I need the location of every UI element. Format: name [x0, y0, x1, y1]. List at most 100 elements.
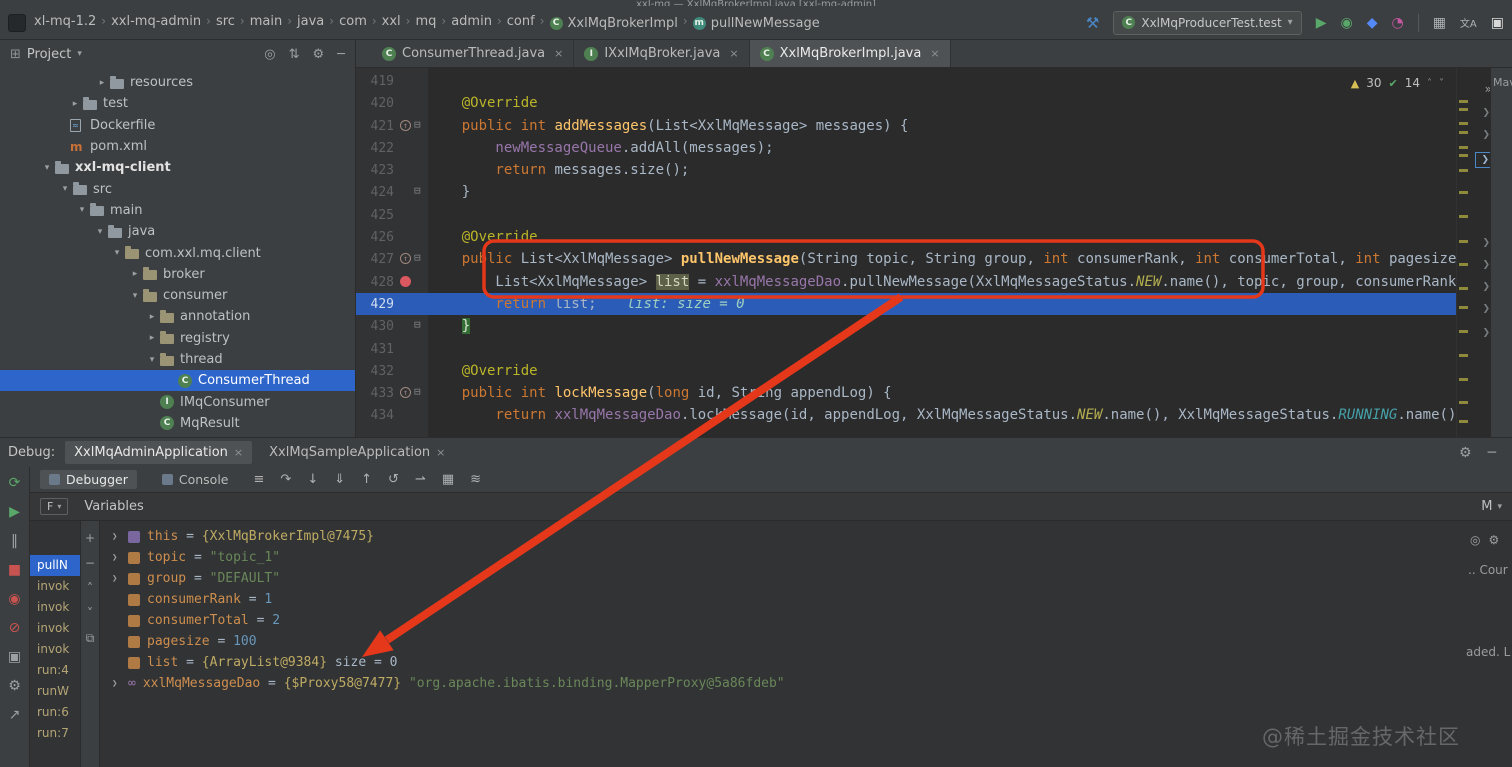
tree-item-java[interactable]: ▾ java: [0, 221, 355, 242]
expand-icon[interactable]: ❯: [112, 679, 128, 689]
tree-item-broker[interactable]: ▸ broker: [0, 264, 355, 285]
breadcrumb-method[interactable]: m pullNewMessage: [692, 16, 820, 31]
hide-panel-icon[interactable]: ─: [337, 47, 345, 62]
breadcrumb-item[interactable]: conf: [507, 14, 535, 29]
profiler-icon[interactable]: ◔: [1391, 15, 1403, 31]
frame-row[interactable]: invok: [30, 597, 80, 618]
breadcrumb-item[interactable]: xl-mq-1.2: [34, 14, 96, 29]
target-icon[interactable]: ◎: [1470, 533, 1480, 547]
project-panel-title[interactable]: Project: [27, 47, 71, 62]
frames-filter-select[interactable]: F ▾: [40, 498, 69, 515]
tree-item-src[interactable]: ▾ src: [0, 178, 355, 199]
variable-row-consumerrank[interactable]: consumerRank = 1: [100, 589, 1466, 610]
force-step-into-icon[interactable]: ⇓: [334, 472, 345, 487]
run-icon[interactable]: ▶: [1316, 15, 1327, 31]
step-into-icon[interactable]: ↓: [307, 472, 318, 487]
breadcrumb-item[interactable]: main: [250, 14, 282, 29]
breadcrumb-item[interactable]: admin: [451, 14, 492, 29]
tree-item-imqconsumer[interactable]: I IMqConsumer: [0, 391, 355, 412]
expand-icon[interactable]: ❯: [112, 553, 128, 563]
tree-chevron-icon[interactable]: ▾: [74, 205, 90, 215]
rerun-icon[interactable]: ⟳: [9, 475, 21, 491]
scroll-down-icon[interactable]: ˅: [87, 606, 93, 620]
variable-row-xxlmqmessagedao[interactable]: ❯ ∞ xxlMqMessageDao = {$Proxy58@7477} "org…: [100, 673, 1466, 694]
fold-icon[interactable]: ⊟: [414, 385, 421, 399]
frame-row[interactable]: runW: [30, 681, 80, 702]
override-icon[interactable]: ↑: [400, 253, 411, 265]
step-over-icon[interactable]: ↷: [280, 472, 291, 487]
editor-tab-consumerthread-java[interactable]: C ConsumerThread.java ×: [372, 40, 575, 67]
memory-view-select[interactable]: M ▾: [1481, 499, 1512, 514]
debug-tab-xxlmqadminapplication[interactable]: XxlMqAdminApplication ×: [65, 441, 253, 464]
breadcrumb-class[interactable]: C XxlMqBrokerImpl: [549, 16, 678, 31]
tree-item-annotation[interactable]: ▸ annotation: [0, 306, 355, 327]
tree-item-main[interactable]: ▾ main: [0, 200, 355, 221]
tree-item-consumerthread[interactable]: C ConsumerThread: [0, 370, 355, 392]
tree-item-mqresult[interactable]: C MqResult: [0, 413, 355, 434]
frame-row[interactable]: run:7: [30, 723, 80, 744]
tree-item-registry[interactable]: ▸ registry: [0, 328, 355, 349]
frame-row[interactable]: run:6: [30, 702, 80, 723]
drop-frame-icon[interactable]: ↺: [388, 472, 399, 487]
step-out-icon[interactable]: ↑: [361, 472, 372, 487]
fold-icon[interactable]: ⊟: [414, 118, 421, 132]
variable-row-pagesize[interactable]: pagesize = 100: [100, 631, 1466, 652]
fold-icon[interactable]: ⊟: [414, 184, 421, 198]
close-icon[interactable]: ×: [729, 47, 738, 60]
breadcrumb-item[interactable]: com: [339, 14, 367, 29]
run-to-cursor-icon[interactable]: ⇀: [415, 472, 426, 487]
expand-icon[interactable]: ❯: [112, 574, 128, 584]
tree-chevron-icon[interactable]: ▾: [109, 248, 125, 258]
gear-icon[interactable]: ⚙: [1459, 445, 1472, 461]
breadcrumb-item[interactable]: xxl: [382, 14, 401, 29]
translate-icon[interactable]: 文A: [1460, 15, 1477, 30]
remove-watch-icon[interactable]: −: [85, 556, 95, 570]
tab-debugger[interactable]: Debugger: [40, 470, 137, 489]
tree-chevron-icon[interactable]: ▸: [144, 312, 160, 322]
breadcrumb-item[interactable]: src: [216, 14, 235, 29]
error-stripe[interactable]: [1456, 68, 1470, 437]
debug-icon[interactable]: ◉: [1340, 15, 1352, 31]
variable-row-list[interactable]: list = {ArrayList@9384} size = 0: [100, 652, 1466, 673]
debug-settings-icon[interactable]: ⚙: [8, 678, 21, 694]
fold-icon[interactable]: ⊟: [414, 318, 421, 332]
variable-row-topic[interactable]: ❯ topic = "topic_1": [100, 547, 1466, 568]
frame-row[interactable]: invok: [30, 618, 80, 639]
gear-icon[interactable]: ⚙: [1488, 533, 1499, 547]
scroll-up-icon[interactable]: ˄: [87, 581, 93, 595]
tree-chevron-icon[interactable]: ▸: [94, 78, 110, 88]
tree-item-consumer[interactable]: ▾ consumer: [0, 285, 355, 306]
copy-icon[interactable]: ⧉: [86, 631, 95, 646]
chevron-down-icon[interactable]: ▾: [77, 49, 82, 59]
collapse-all-icon[interactable]: ⇅: [289, 47, 300, 62]
tree-chevron-icon[interactable]: ▸: [67, 99, 83, 109]
grid-icon[interactable]: ▦: [1433, 15, 1446, 31]
fold-icon[interactable]: ⊟: [414, 251, 421, 265]
maven-tool-button[interactable]: Mav: [1493, 76, 1512, 89]
gear-icon[interactable]: ⚙: [313, 47, 325, 62]
tree-item-test[interactable]: ▸ test: [0, 93, 355, 114]
frame-row[interactable]: invok: [30, 576, 80, 597]
hide-panel-icon[interactable]: ─: [1488, 445, 1496, 461]
tab-console[interactable]: Console: [153, 470, 238, 489]
variable-row-group[interactable]: ❯ group = "DEFAULT": [100, 568, 1466, 589]
tree-item-pom-xml[interactable]: m pom.xml: [0, 136, 355, 157]
view-breakpoints-icon[interactable]: ◉: [8, 591, 20, 607]
override-icon[interactable]: ↑: [400, 119, 411, 131]
evaluate-expression-icon[interactable]: ▦: [442, 472, 454, 487]
code-editor[interactable]: 419 420 @Override 421 ↑ ⊟ public int addMess…: [356, 68, 1512, 437]
debug-tab-xxlmqsampleapplication[interactable]: XxlMqSampleApplication ×: [260, 441, 454, 464]
tree-chevron-icon[interactable]: ▸: [144, 333, 160, 343]
tree-chevron-icon[interactable]: ▾: [39, 163, 55, 173]
window-icon[interactable]: ▣: [1491, 15, 1504, 31]
close-icon[interactable]: ×: [930, 47, 939, 60]
tree-item-xxl-mq-client[interactable]: ▾ xxl-mq-client: [0, 157, 355, 178]
expand-icon[interactable]: ❯: [112, 532, 128, 542]
pin-icon[interactable]: ↗: [9, 707, 21, 723]
prev-problem-icon[interactable]: ˄: [1427, 78, 1432, 89]
variable-row-consumertotal[interactable]: consumerTotal = 2: [100, 610, 1466, 631]
tree-item-resources[interactable]: ▸ resources: [0, 72, 355, 93]
tree-chevron-icon[interactable]: ▾: [127, 291, 143, 301]
layout-icon[interactable]: ≡: [254, 472, 265, 487]
frame-row[interactable]: run:4: [30, 660, 80, 681]
